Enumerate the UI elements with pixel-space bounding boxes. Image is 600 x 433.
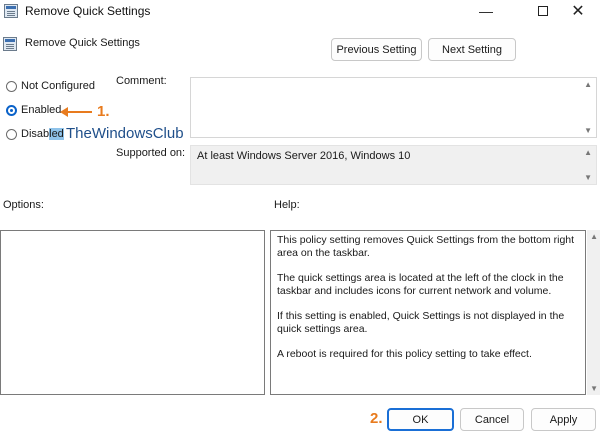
radio-disabled-label: Disabled <box>21 128 64 140</box>
next-setting-button[interactable]: Next Setting <box>428 38 516 61</box>
step-1-annotation: 1. <box>60 103 110 120</box>
previous-setting-button[interactable]: Previous Setting <box>331 38 422 61</box>
scroll-up-icon[interactable]: ▲ <box>590 232 598 241</box>
scroll-up-icon[interactable]: ▲ <box>584 80 592 89</box>
close-button[interactable]: ✕ <box>555 0 600 22</box>
radio-not-configured-circle[interactable] <box>6 80 17 92</box>
apply-button[interactable]: Apply <box>531 408 596 431</box>
radio-disabled-label-prefix: Disab <box>21 128 50 140</box>
comment-textarea[interactable]: ▲ ▼ <box>190 77 597 138</box>
scroll-down-icon[interactable]: ▼ <box>590 384 598 393</box>
close-icon: ✕ <box>571 3 585 20</box>
policy-name: Remove Quick Settings <box>25 37 140 49</box>
scroll-down-icon[interactable]: ▼ <box>584 126 592 135</box>
help-paragraph: This policy setting removes Quick Settin… <box>277 234 575 259</box>
options-label: Options: <box>3 199 44 211</box>
arrow-shaft <box>68 110 92 113</box>
radio-disabled-label-highlight: led <box>49 128 64 140</box>
radio-not-configured-label: Not Configured <box>21 80 95 92</box>
scroll-up-icon[interactable]: ▲ <box>584 148 592 157</box>
step-1-number: 1. <box>97 103 110 120</box>
policy-setting-icon <box>3 37 17 51</box>
arrow-left-icon <box>60 106 68 117</box>
help-paragraph: The quick settings area is located at th… <box>277 272 564 297</box>
window-title: Remove Quick Settings <box>25 4 151 18</box>
radio-enabled-label: Enabled <box>21 104 62 116</box>
step-2-number: 2. <box>370 410 383 427</box>
supported-on-value: At least Windows Server 2016, Windows 10 <box>197 150 411 162</box>
minimize-icon: — <box>479 3 493 19</box>
supported-on-label: Supported on: <box>116 147 186 159</box>
help-paragraph: If this setting is enabled, Quick Settin… <box>277 310 565 335</box>
radio-disabled[interactable]: Disabled <box>6 128 64 140</box>
radio-not-configured[interactable]: Not Configured <box>6 80 95 92</box>
ok-button[interactable]: OK <box>387 408 454 431</box>
radio-disabled-circle[interactable] <box>6 128 17 140</box>
help-scrollbar[interactable]: ▲ ▼ <box>587 230 600 395</box>
minimize-button[interactable]: — <box>463 0 509 22</box>
help-label: Help: <box>274 199 300 211</box>
help-paragraph: A reboot is required for this policy set… <box>277 348 532 360</box>
radio-enabled[interactable]: Enabled <box>6 104 61 116</box>
maximize-icon <box>538 6 548 16</box>
watermark: TheWindowsClub <box>66 125 184 142</box>
radio-enabled-circle[interactable] <box>6 104 17 116</box>
cancel-button[interactable]: Cancel <box>460 408 524 431</box>
supported-on-box: At least Windows Server 2016, Windows 10… <box>190 145 597 185</box>
options-panel <box>0 230 265 395</box>
help-panel: This policy setting removes Quick Settin… <box>270 230 586 395</box>
title-bar: Remove Quick Settings — ✕ <box>0 0 600 22</box>
scroll-down-icon[interactable]: ▼ <box>584 173 592 182</box>
policy-app-icon <box>4 4 18 18</box>
comment-label: Comment: <box>116 75 167 87</box>
